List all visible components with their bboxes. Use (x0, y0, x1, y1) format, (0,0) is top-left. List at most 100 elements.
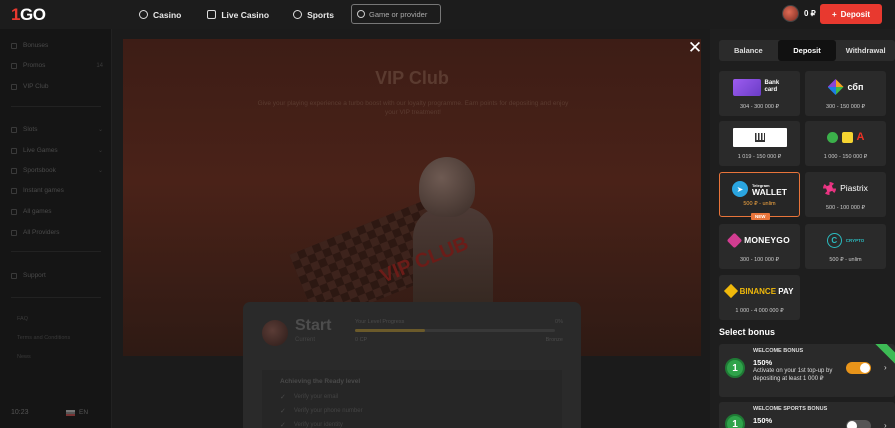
payment-method-moneygo[interactable]: MONEYGO 300 - 100 000 ₽ (719, 224, 800, 269)
achieve-item-label: Verify your identity (293, 422, 343, 428)
sidebar-item-live-games[interactable]: Live Games ⌄ (11, 147, 103, 154)
sidebar-link-news[interactable]: News (17, 354, 31, 360)
logo[interactable]: 1GO (11, 5, 46, 25)
sidebar-link-faq[interactable]: FAQ (17, 316, 28, 322)
sidebar-item-label: Promos (23, 62, 46, 69)
bonus-card-sports[interactable]: 1 WELCOME SPORTS BONUS 150% › (719, 402, 895, 428)
ball-icon (11, 167, 17, 174)
bonus-card-welcome[interactable]: 1 WELCOME BONUS 150% Activate on your 1s… (719, 344, 895, 397)
vip-title: VIP Club (375, 68, 449, 88)
payment-method-piastrix[interactable]: Piastrix 500 - 100 000 ₽ (805, 172, 886, 217)
method-range: 500 - 100 000 ₽ (826, 205, 865, 211)
flag-icon (66, 409, 75, 416)
payment-method-telegram-wallet[interactable]: ➤ Telegram WALLET 500 ₽ - unlim NEW (719, 172, 800, 220)
tab-balance[interactable]: Balance (719, 40, 778, 61)
nav-casino-label: Casino (153, 9, 182, 20)
level-status: Current (295, 337, 316, 343)
close-icon[interactable]: ✕ (687, 39, 703, 56)
grid-icon (11, 208, 17, 215)
method-range: 304 - 300 000 ₽ (740, 104, 779, 110)
sbp-logo: сбп (805, 77, 886, 97)
sidebar-item-promos[interactable]: Promos 14 (11, 62, 103, 69)
check-icon: ✓ (280, 394, 286, 401)
chevron-down-icon: ⌄ (97, 127, 103, 133)
avatar[interactable] (782, 5, 799, 22)
tab-withdrawal[interactable]: Withdrawal (836, 40, 895, 61)
method-name: CRYPTO (845, 237, 865, 243)
chevron-right-icon[interactable]: › (884, 421, 887, 428)
nav-casino[interactable]: Casino (139, 10, 181, 20)
method-range: 300 - 150 000 ₽ (826, 104, 865, 110)
moneygo-logo: MONEYGO (719, 230, 800, 250)
binance-wordmark: BINANCE PAY (740, 287, 794, 296)
method-name: Bank card (764, 80, 780, 93)
next-level: Bronze (545, 337, 563, 343)
bonus-title: WELCOME BONUS (753, 348, 804, 354)
payment-method-bank-card[interactable]: Bank card 304 - 300 000 ₽ (719, 71, 800, 116)
bonus-percent: 150% (753, 358, 773, 367)
payment-method-ewallets[interactable]: A 1 000 - 150 000 ₽ (805, 121, 886, 166)
sidebar-item-all-games[interactable]: All games (11, 208, 103, 215)
sidebar-item-label: All games (23, 208, 52, 215)
payment-method-binance-pay[interactable]: BINANCE PAY 1 000 - 4 000 000 ₽ (719, 275, 800, 320)
chevron-right-icon[interactable]: › (884, 363, 887, 372)
achieve-item: ✓ Verify your email (280, 393, 338, 401)
casino-chip-icon (139, 10, 148, 19)
deposit-button[interactable]: + Deposit (820, 4, 882, 24)
sbp-icon (827, 79, 844, 95)
cashier-panel: Balance Deposit Withdrawal Bank card 304… (710, 29, 895, 428)
headset-icon (11, 272, 17, 279)
balance-amount[interactable]: 0 ₽ (804, 9, 816, 18)
nav-sports[interactable]: Sports (293, 10, 334, 20)
sidebar-item-label: Support (23, 272, 46, 279)
sidebar-link-terms[interactable]: Terms and Conditions (17, 335, 70, 341)
slots-icon (11, 126, 17, 133)
sidebar-divider (11, 251, 101, 252)
sidebar-item-instant-games[interactable]: Instant games (11, 187, 103, 194)
gift-icon (11, 42, 17, 49)
achieve-title: Achieving the Ready level (280, 378, 361, 385)
deposit-button-label: Deposit (840, 9, 870, 19)
top-bar: 1GO Casino Live Casino Sports 0 ₽ + Depo… (0, 0, 895, 29)
new-badge: NEW (751, 213, 770, 220)
toggle-knob (860, 363, 870, 373)
logo-go: GO (19, 5, 46, 24)
search-input[interactable] (369, 9, 439, 19)
method-name: WALLET (752, 187, 787, 197)
method-name: MONEYGO (744, 235, 790, 245)
payment-method-sbp[interactable]: сбп 300 - 150 000 ₽ (805, 71, 886, 116)
search-box[interactable] (351, 4, 441, 24)
clock: 10:23 (11, 409, 29, 416)
language-selector[interactable]: EN (66, 409, 88, 416)
plus-icon: + (831, 9, 837, 19)
tab-deposit[interactable]: Deposit (777, 40, 837, 61)
sidebar-item-bonuses[interactable]: Bonuses (11, 42, 103, 49)
sidebar-item-label: Bonuses (23, 42, 49, 49)
crown-icon (11, 83, 17, 90)
nav-live-casino[interactable]: Live Casino (207, 10, 269, 20)
sidebar-item-all-providers[interactable]: All Providers (11, 229, 103, 236)
logo-one: 1 (11, 5, 20, 24)
crypto-icon: C (826, 232, 842, 248)
payment-method-crypto[interactable]: C CRYPTO 500 ₽ - unlim (805, 224, 886, 269)
check-icon: ✓ (280, 408, 286, 415)
sidebar-item-label: Live Games (23, 147, 58, 154)
method-name: Piastrix (840, 183, 868, 193)
main-content: VIP Club Give your playing experience a … (112, 29, 710, 428)
bank-card-icon (732, 78, 761, 96)
piastrix-icon (823, 181, 837, 195)
sidebar-item-slots[interactable]: Slots ⌄ (11, 126, 103, 133)
bonus-toggle[interactable] (846, 362, 871, 374)
sidebar-item-sportsbook[interactable]: Sportsbook ⌄ (11, 167, 103, 174)
bonus-number-icon: 1 (725, 358, 745, 378)
method-range: 1 000 - 4 000 000 ₽ (735, 308, 784, 314)
sidebar-item-label: VIP Club (23, 83, 49, 90)
sidebar-item-vip[interactable]: VIP Club (11, 83, 103, 90)
payment-method-bank-transfer[interactable]: 1 019 - 150 000 ₽ (719, 121, 800, 166)
racer-helmet-image (419, 157, 475, 217)
sidebar-item-support[interactable]: Support (11, 272, 103, 279)
bonus-toggle[interactable] (846, 420, 871, 428)
sidebar-item-label: Slots (23, 126, 38, 133)
vip-subtitle: Give your playing experience a turbo boo… (257, 100, 569, 116)
binance-icon (723, 283, 738, 299)
